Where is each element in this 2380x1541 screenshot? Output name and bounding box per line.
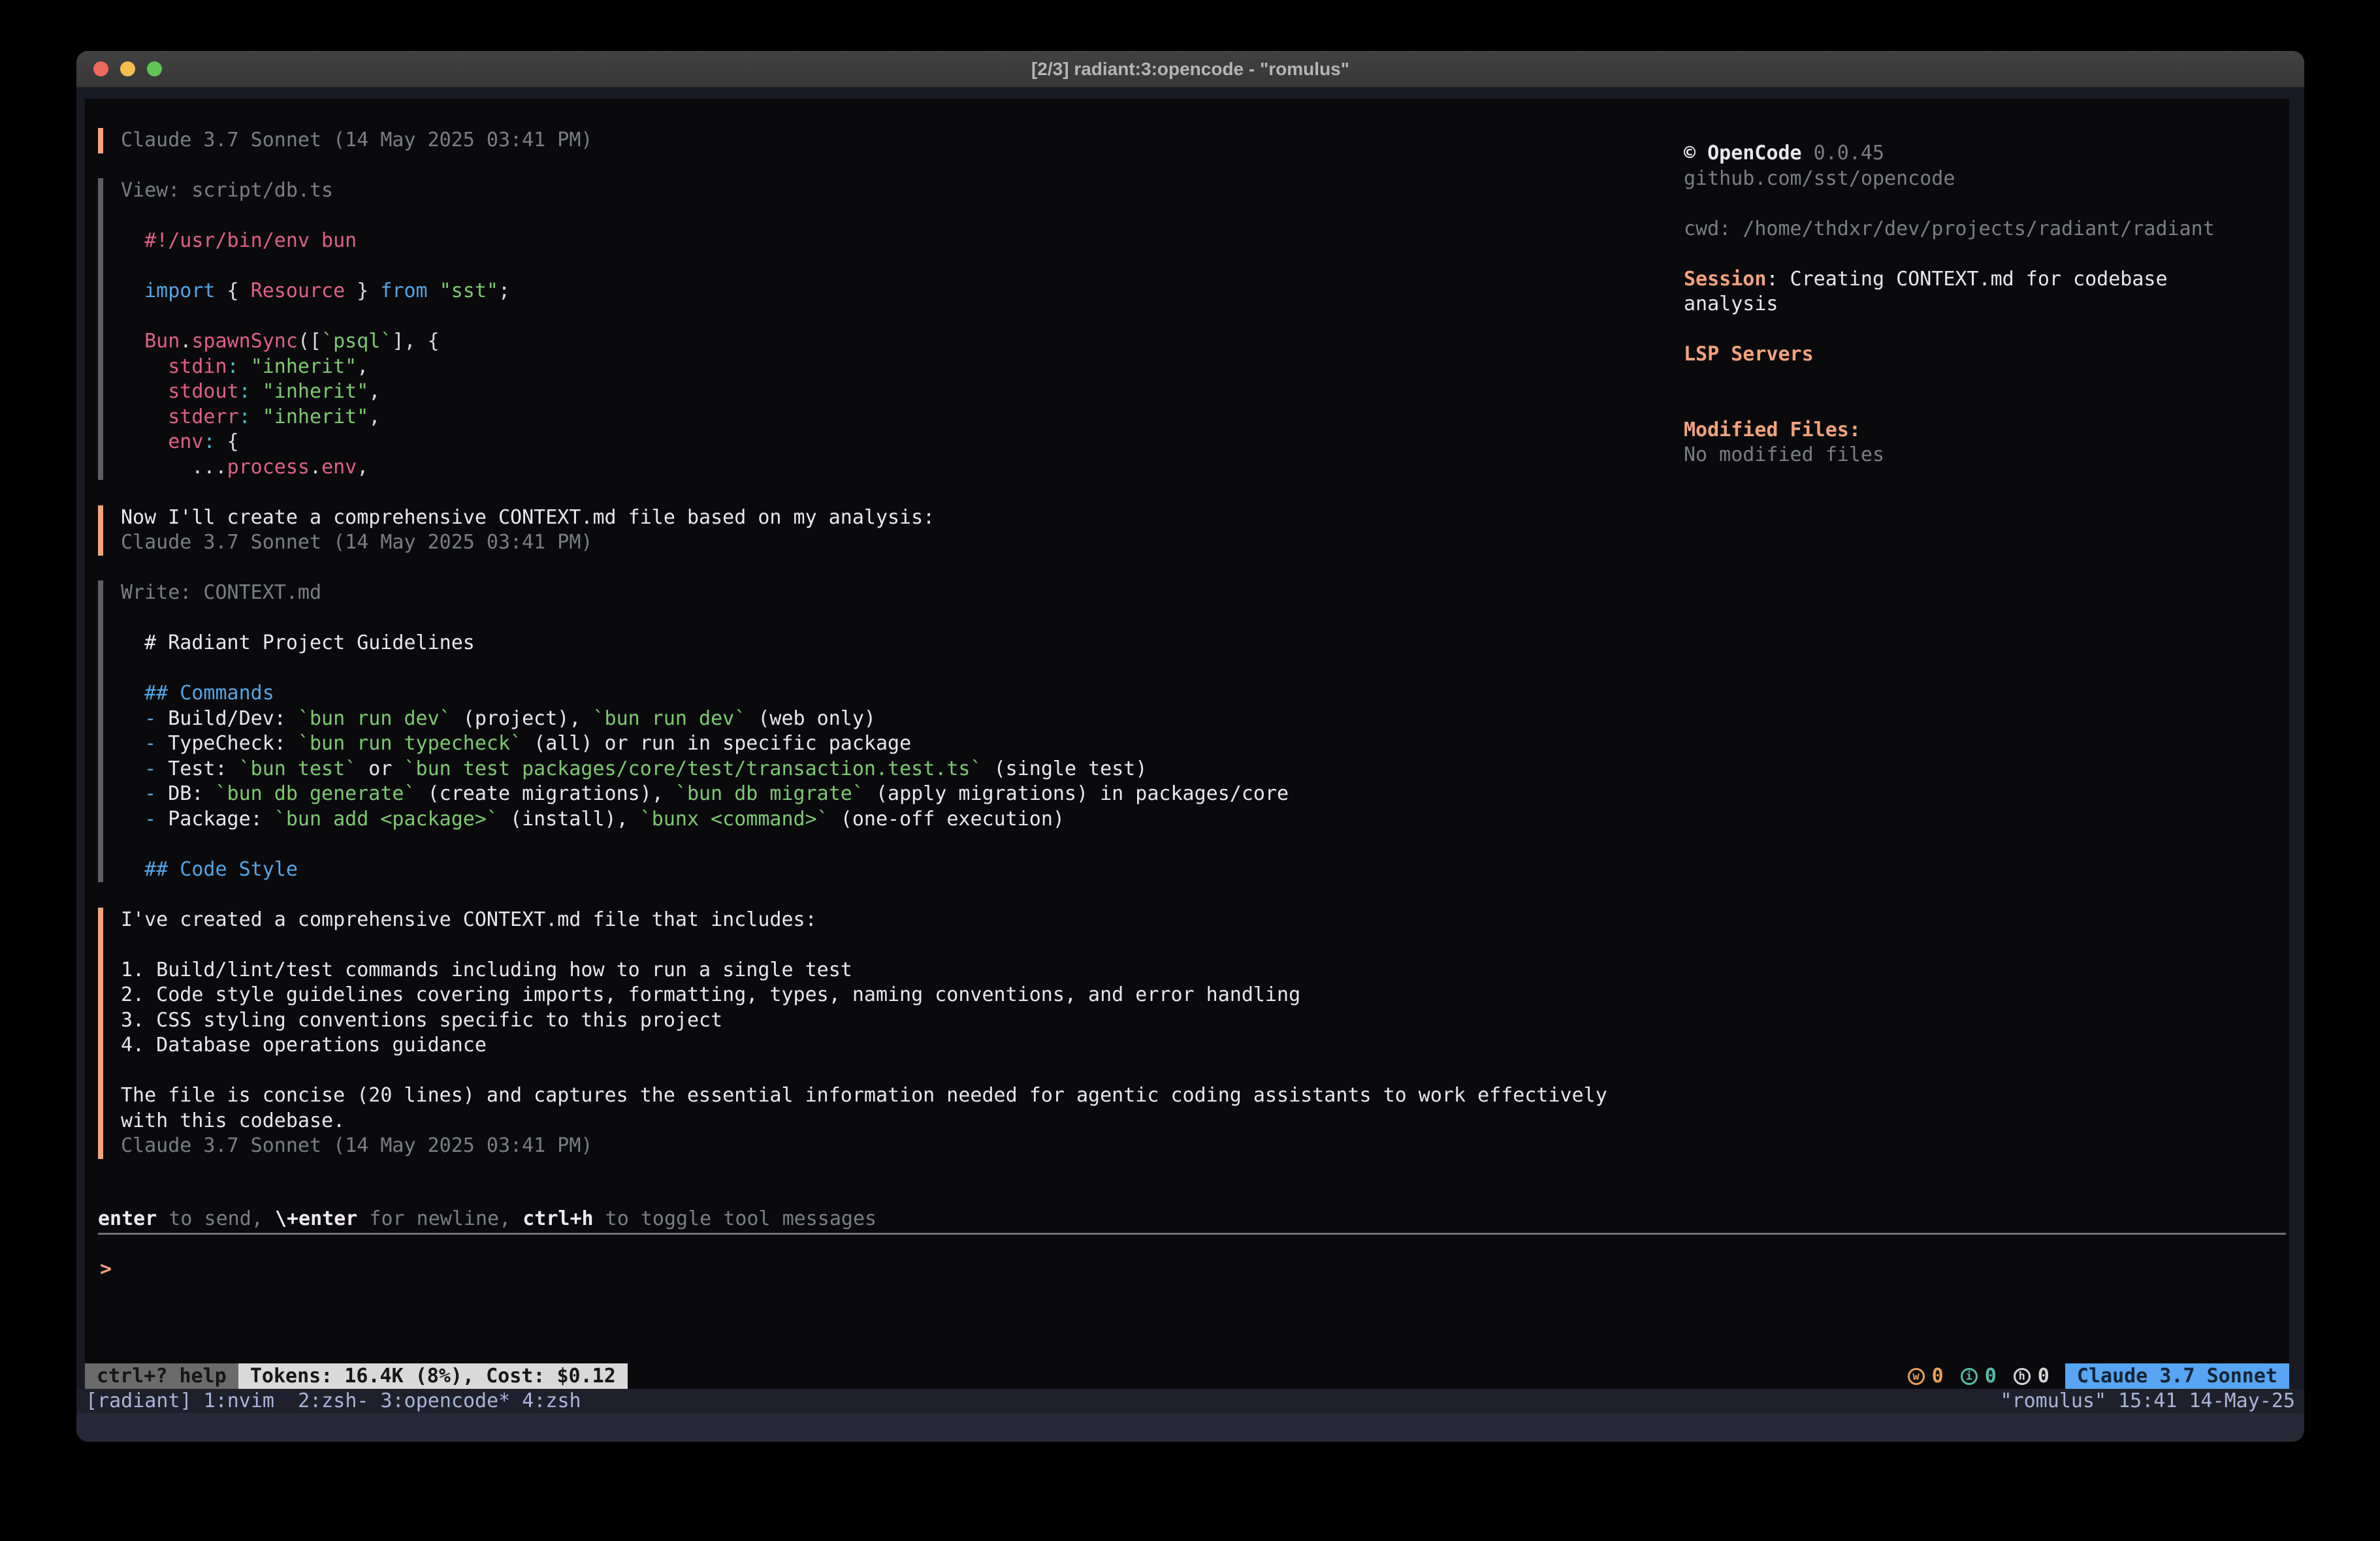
terminal-line [121, 204, 1607, 229]
tokens-chip: Tokens: 16.4K (8%), Cost: $0.12 [238, 1363, 628, 1389]
terminal-line: stderr: "inherit", [121, 405, 1607, 430]
input-separator [98, 1233, 2286, 1235]
status-right: w0i0h0 Claude 3.7 Sonnet [1908, 1363, 2289, 1389]
assistant-summary-block: I've created a comprehensive CONTEXT.md … [98, 908, 1607, 1159]
terminal-line: enter to send, \+enter for newline, ctrl… [98, 1207, 876, 1232]
titlebar: [2/3] radiant:3:opencode - "romulus" [76, 51, 2304, 87]
terminal-line: 4. Database operations guidance [121, 1033, 1607, 1058]
diagnostic-warnings-icon: w [1908, 1368, 1925, 1385]
terminal-line [1684, 392, 2285, 418]
model-chip: Claude 3.7 Sonnet [2065, 1363, 2289, 1389]
terminal-line: #!/usr/bin/env bun [121, 229, 1607, 254]
terminal-line: Write: CONTEXT.md [121, 580, 1607, 606]
diagnostic-info-count: 0 [1985, 1365, 1997, 1388]
terminal-line: LSP Servers [1684, 342, 2285, 368]
tmux-windows[interactable]: [radiant] 1:nvim 2:zsh- 3:opencode* 4:zs… [86, 1390, 581, 1412]
terminal-line [121, 606, 1607, 631]
tool-view-block: View: script/db.ts #!/usr/bin/env bun im… [98, 178, 1607, 480]
terminal-line [1684, 242, 2285, 267]
terminal-line: © OpenCode 0.0.45 [1684, 141, 2285, 167]
terminal-line: I've created a comprehensive CONTEXT.md … [121, 908, 1607, 933]
terminal-line [1684, 191, 2285, 217]
terminal-bottom-padding [76, 1413, 2304, 1442]
terminal-line [1684, 368, 2285, 393]
terminal-line [1684, 317, 2285, 343]
terminal-line: Session: Creating CONTEXT.md for codebas… [1684, 267, 2285, 293]
keybind-hint: enter to send, \+enter for newline, ctrl… [98, 1207, 876, 1232]
terminal-line: Claude 3.7 Sonnet (14 May 2025 03:41 PM) [121, 530, 1607, 556]
terminal-line: stdin: "inherit", [121, 355, 1607, 380]
diagnostic-info: i0 [1961, 1365, 1997, 1388]
terminal-line: 1. Build/lint/test commands including ho… [121, 958, 1607, 983]
terminal-line: - Build/Dev: `bun run dev` (project), `b… [121, 707, 1607, 732]
diagnostic-hints-count: 0 [2038, 1365, 2050, 1388]
terminal-line: with this codebase. [121, 1109, 1607, 1134]
terminal-line: ## Commands [121, 681, 1607, 707]
window-title: [2/3] radiant:3:opencode - "romulus" [1031, 59, 1349, 80]
tool-write-block: Write: CONTEXT.md # Radiant Project Guid… [98, 580, 1607, 882]
screen: [2/3] radiant:3:opencode - "romulus" Cla… [0, 0, 2380, 1541]
terminal-line [121, 254, 1607, 279]
status-bar: ctrl+? help Tokens: 16.4K (8%), Cost: $0… [85, 1363, 2289, 1389]
terminal-line: 3. CSS styling conventions specific to t… [121, 1008, 1607, 1034]
diagnostic-info-icon: i [1961, 1368, 1978, 1385]
terminal-line: - Package: `bun add <package>` (install)… [121, 807, 1607, 833]
tmux-statusbar: [radiant] 1:nvim 2:zsh- 3:opencode* 4:zs… [76, 1389, 2304, 1413]
help-chip: ctrl+? help [85, 1363, 238, 1389]
terminal-line: analysis [1684, 292, 2285, 317]
close-button[interactable] [93, 61, 108, 76]
diagnostic-hints-icon: h [2014, 1368, 2031, 1385]
terminal-body: Claude 3.7 Sonnet (14 May 2025 03:41 PM)… [76, 87, 2304, 1442]
terminal-line: Modified Files: [1684, 418, 2285, 443]
macos-window: [2/3] radiant:3:opencode - "romulus" Cla… [76, 51, 2304, 1442]
opencode-tui: Claude 3.7 Sonnet (14 May 2025 03:41 PM)… [85, 99, 2289, 1389]
terminal-line: - TypeCheck: `bun run typecheck` (all) o… [121, 731, 1607, 757]
terminal-line: View: script/db.ts [121, 178, 1607, 204]
traffic-lights [93, 51, 162, 87]
terminal-line: - DB: `bun db generate` (create migratio… [121, 782, 1607, 807]
diagnostics: w0i0h0 [1908, 1365, 2050, 1388]
assistant-header-block: Claude 3.7 Sonnet (14 May 2025 03:41 PM) [98, 128, 1607, 153]
terminal-line: - Test: `bun test` or `bun test packages… [121, 757, 1607, 782]
terminal-line: Now I'll create a comprehensive CONTEXT.… [121, 505, 1607, 531]
zoom-button[interactable] [147, 61, 162, 76]
terminal-line: import { Resource } from "sst"; [121, 279, 1607, 304]
terminal-line: Claude 3.7 Sonnet (14 May 2025 03:41 PM) [121, 1134, 1607, 1159]
status-left: ctrl+? help Tokens: 16.4K (8%), Cost: $0… [85, 1363, 628, 1389]
terminal-line [121, 656, 1607, 682]
terminal-line [121, 832, 1607, 857]
terminal-line [121, 1058, 1607, 1084]
terminal-line: ## Code Style [121, 857, 1607, 883]
terminal-line [121, 304, 1607, 330]
tmux-session-info: "romulus" 15:41 14-May-25 [2000, 1390, 2295, 1412]
terminal-line: ...process.env, [121, 455, 1607, 481]
terminal-line: Bun.spawnSync([`psql`], { [121, 329, 1607, 355]
diagnostic-hints: h0 [2014, 1365, 2050, 1388]
terminal-line: The file is concise (20 lines) and captu… [121, 1083, 1607, 1109]
transcript: Claude 3.7 Sonnet (14 May 2025 03:41 PM)… [98, 128, 1607, 1159]
terminal-line [121, 932, 1607, 958]
diagnostic-warnings-count: 0 [1932, 1365, 1944, 1388]
prompt-char: > [100, 1258, 112, 1280]
sidebar: © OpenCode 0.0.45github.com/sst/opencode… [1684, 141, 2285, 468]
terminal-line: stdout: "inherit", [121, 379, 1607, 405]
minimize-button[interactable] [120, 61, 135, 76]
terminal-line: 2. Code style guidelines covering import… [121, 983, 1607, 1008]
terminal-line: No modified files [1684, 443, 2285, 468]
terminal-line: cwd: /home/thdxr/dev/projects/radiant/ra… [1684, 217, 2285, 242]
terminal-line: # Radiant Project Guidelines [121, 631, 1607, 656]
diagnostic-warnings: w0 [1908, 1365, 1944, 1388]
prompt-input[interactable]: > [100, 1257, 1667, 1282]
terminal-line: github.com/sst/opencode [1684, 167, 2285, 192]
assistant-message-block: Now I'll create a comprehensive CONTEXT.… [98, 505, 1607, 556]
terminal-line: Claude 3.7 Sonnet (14 May 2025 03:41 PM) [121, 128, 1607, 153]
terminal-line: env: { [121, 430, 1607, 455]
